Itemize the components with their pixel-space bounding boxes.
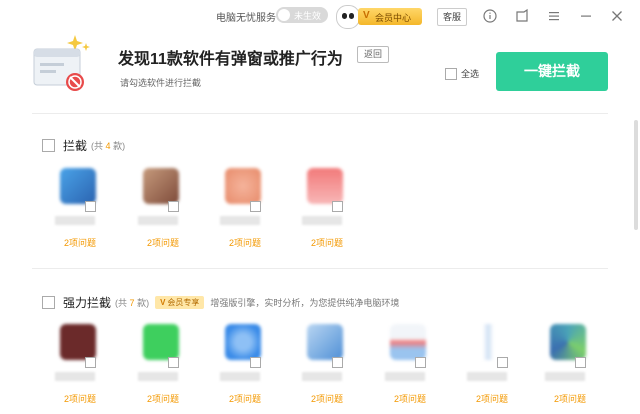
app-issue-count[interactable]: 2项问题 (215, 392, 275, 405)
app-icon (60, 168, 96, 204)
app-checkbox[interactable] (332, 201, 343, 212)
app-issue-count[interactable]: 2项问题 (380, 392, 440, 405)
skin-icon[interactable] (513, 7, 531, 25)
section-title: 强力拦截 (63, 296, 112, 311)
title-bar: 电脑无忧服务 未生效 V 会员中心 客服 (0, 0, 640, 32)
app-item[interactable]: 2项问题 (50, 168, 110, 258)
service-label: 电脑无忧服务 (216, 13, 276, 24)
app-issue-count[interactable]: 2项问题 (297, 236, 357, 249)
app-checkbox[interactable] (575, 357, 586, 368)
app-item[interactable]: 2项问题 (50, 324, 110, 414)
app-issue-count[interactable]: 2项问题 (50, 236, 110, 249)
app-item[interactable]: 2项问题 (215, 168, 275, 258)
section-checkbox[interactable] (42, 296, 55, 310)
app-name (220, 372, 260, 381)
app-checkbox[interactable] (168, 357, 179, 368)
scrollbar[interactable] (634, 120, 638, 230)
app-name (138, 372, 178, 381)
avatar-eye-left (342, 13, 347, 19)
app-checkbox[interactable] (332, 357, 343, 368)
app-item[interactable]: 2项问题 (133, 168, 193, 258)
app-icon (143, 168, 179, 204)
app-icon (472, 324, 508, 360)
app-name (302, 216, 342, 225)
app-checkbox[interactable] (250, 201, 261, 212)
section-checkbox[interactable] (42, 139, 55, 153)
app-checkbox[interactable] (497, 357, 508, 368)
app-item[interactable]: 2项问题 (540, 324, 600, 414)
app-icon (390, 324, 426, 360)
vip-center-button[interactable]: V 会员中心 (358, 8, 422, 25)
divider (32, 113, 608, 114)
page-title: 发现11款软件有弹窗或推广行为 (118, 51, 343, 68)
app-item[interactable]: 2项问题 (380, 324, 440, 414)
app-checkbox[interactable] (168, 201, 179, 212)
app-icon (143, 324, 179, 360)
app-checkbox[interactable] (85, 357, 96, 368)
app-icon (307, 324, 343, 360)
app-icon (550, 324, 586, 360)
app-checkbox[interactable] (85, 201, 96, 212)
app-icon (225, 324, 261, 360)
section-header-block: 拦截 (共 4 款) (42, 137, 125, 155)
app-issue-count[interactable]: 2项问题 (297, 392, 357, 405)
app-checkbox[interactable] (250, 357, 261, 368)
block-all-button[interactable]: 一键拦截 (496, 52, 608, 91)
page-subtitle: 请勾选软件进行拦截 (120, 78, 202, 88)
avatar[interactable] (336, 5, 360, 29)
section-description: 增强版引擎，实时分析，为您提供纯净电脑环境 (210, 298, 400, 309)
divider (32, 268, 608, 269)
support-button[interactable]: 客服 (437, 8, 467, 26)
toggle-status: 未生效 (294, 11, 322, 21)
app-checkbox[interactable] (415, 357, 426, 368)
app-item[interactable]: 2项问题 (462, 324, 522, 414)
section-count: (共 7 款) (115, 298, 150, 309)
app-icon (60, 324, 96, 360)
section-count: (共 4 款) (91, 141, 126, 152)
app-name (220, 216, 260, 225)
app-name (467, 372, 507, 381)
minimize-icon[interactable] (577, 7, 595, 25)
app-name (55, 372, 95, 381)
service-toggle[interactable]: 未生效 (276, 7, 328, 23)
app-item[interactable]: 2项问题 (297, 168, 357, 258)
app-name (545, 372, 585, 381)
app-item[interactable]: 2项问题 (297, 324, 357, 414)
app-icon (225, 168, 261, 204)
select-all-checkbox[interactable] (445, 67, 457, 80)
app-icon (307, 168, 343, 204)
app-item[interactable]: 2项问题 (215, 324, 275, 414)
vip-exclusive-badge: V 会员专享 (155, 296, 205, 310)
select-all-label: 全选 (461, 69, 480, 80)
app-issue-count[interactable]: 2项问题 (462, 392, 522, 405)
app-issue-count[interactable]: 2项问题 (215, 236, 275, 249)
popup-block-illustration-icon (33, 35, 90, 91)
app-issue-count[interactable]: 2项问题 (540, 392, 600, 405)
menu-icon[interactable] (545, 7, 563, 25)
toggle-knob (278, 9, 290, 21)
avatar-eye-right (349, 13, 354, 19)
app-issue-count[interactable]: 2项问题 (50, 392, 110, 405)
app-issue-count[interactable]: 2项问题 (133, 236, 193, 249)
app-name (138, 216, 178, 225)
close-icon[interactable] (608, 7, 626, 25)
vip-center-label: 会员中心 (375, 13, 412, 23)
app-issue-count[interactable]: 2项问题 (133, 392, 193, 405)
app-name (302, 372, 342, 381)
section-header-strong-block: 强力拦截 (共 7 款) V 会员专享 增强版引擎，实时分析，为您提供纯净电脑环境 (42, 294, 399, 312)
app-item[interactable]: 2项问题 (133, 324, 193, 414)
select-all[interactable]: 全选 (445, 65, 479, 83)
back-button[interactable]: 返回 (357, 46, 389, 63)
info-icon[interactable] (481, 7, 499, 25)
section-title: 拦截 (63, 139, 88, 154)
app-name (385, 372, 425, 381)
app-name (55, 216, 95, 225)
vip-icon: V (363, 10, 370, 21)
